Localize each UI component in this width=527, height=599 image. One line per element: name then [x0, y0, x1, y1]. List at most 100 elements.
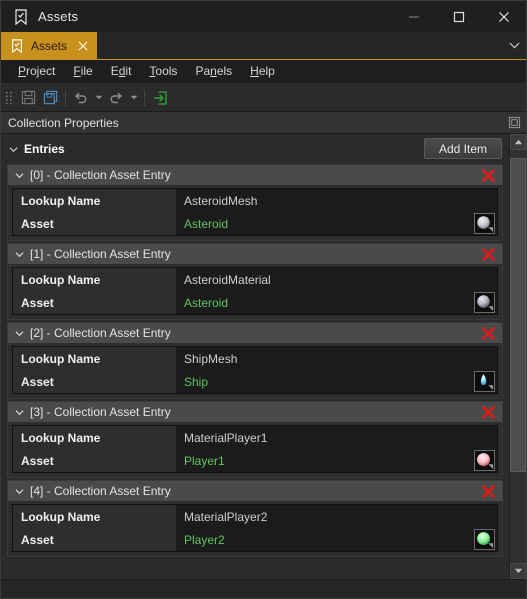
entry-title: [0] - Collection Asset Entry — [30, 168, 171, 182]
lookup-name-row: Lookup Name AsteroidMaterial — [13, 268, 497, 291]
chevron-down-icon[interactable] — [15, 487, 24, 496]
entry-header[interactable]: [1] - Collection Asset Entry — [8, 244, 502, 264]
tab-assets[interactable]: Assets — [1, 32, 98, 59]
entry-delete-button[interactable] — [480, 167, 496, 183]
asteroid-mesh-thumbnail[interactable] — [474, 213, 495, 234]
asteroid-material-thumbnail[interactable] — [474, 292, 495, 313]
entries-header-row: Entries Add Item — [1, 134, 509, 164]
chevron-down-icon[interactable] — [15, 408, 24, 417]
asset-input[interactable]: Player2 — [176, 528, 497, 551]
entry-delete-button[interactable] — [480, 483, 496, 499]
entry-header[interactable]: [3] - Collection Asset Entry — [8, 402, 502, 422]
lookup-name-row: Lookup Name ShipMesh — [13, 347, 497, 370]
collection-asset-entry: [4] - Collection Asset Entry Lookup Name… — [7, 480, 503, 557]
player1-material-thumbnail[interactable] — [474, 450, 495, 471]
menu-label-panels-rest: els — [216, 64, 233, 78]
entry-header[interactable]: [2] - Collection Asset Entry — [8, 323, 502, 343]
lookup-name-input[interactable]: AsteroidMesh — [176, 189, 497, 212]
tab-strip: Assets — [1, 32, 526, 60]
menu-item-edit[interactable]: Edit — [102, 60, 141, 83]
lookup-name-row: Lookup Name MaterialPlayer1 — [13, 426, 497, 449]
minimize-button[interactable] — [391, 1, 436, 32]
lookup-name-row: Lookup Name MaterialPlayer2 — [13, 505, 497, 528]
entry-title: [2] - Collection Asset Entry — [30, 326, 171, 340]
scroll-up-button[interactable] — [510, 134, 526, 150]
undock-window-icon — [508, 116, 521, 129]
export-button[interactable] — [149, 87, 171, 109]
undo-dropdown-button[interactable] — [92, 87, 105, 109]
menu-item-project[interactable]: Project — [9, 60, 64, 83]
minimize-icon — [408, 16, 419, 17]
scroll-down-button[interactable] — [510, 563, 526, 579]
asset-input[interactable]: Asteroid — [176, 291, 497, 314]
tab-close-button[interactable] — [76, 39, 89, 52]
collection-asset-entry: [3] - Collection Asset Entry Lookup Name… — [7, 401, 503, 478]
asset-label: Asset — [13, 212, 176, 235]
player2-material-thumbnail[interactable] — [474, 529, 495, 550]
asset-input[interactable]: Ship — [176, 370, 497, 393]
undo-arrow-icon — [74, 92, 87, 103]
asset-value: Asteroid — [184, 216, 229, 231]
menu-item-tools[interactable]: Tools — [140, 60, 186, 83]
asset-input[interactable]: Asteroid — [176, 212, 497, 235]
chevron-down-icon[interactable] — [9, 145, 18, 154]
asset-row: Asset Ship — [13, 370, 497, 393]
menu-item-help[interactable]: Help — [241, 60, 284, 83]
tab-overflow-button[interactable] — [502, 32, 526, 59]
add-item-button[interactable]: Add Item — [424, 138, 502, 159]
menu-item-file[interactable]: File — [64, 60, 101, 83]
entry-header[interactable]: [4] - Collection Asset Entry — [8, 481, 502, 501]
entry-title: [3] - Collection Asset Entry — [30, 405, 171, 419]
window-title: Assets — [38, 9, 79, 24]
lookup-name-label: Lookup Name — [13, 268, 176, 291]
asset-value: Ship — [184, 374, 209, 389]
delete-x-icon — [481, 247, 495, 261]
close-button[interactable] — [481, 1, 526, 32]
save-floppy-icon — [21, 90, 35, 105]
menu-label-edit-rest: it — [125, 64, 132, 78]
delete-x-icon — [481, 405, 495, 419]
scrollbar-thumb[interactable] — [510, 158, 526, 473]
redo-button[interactable] — [105, 87, 127, 109]
undo-button[interactable] — [70, 87, 92, 109]
entry-delete-button[interactable] — [480, 246, 496, 262]
bookmark-check-icon — [15, 8, 27, 25]
scrollbar-track[interactable] — [510, 150, 526, 563]
panel-body: Entries Add Item [0] - Collection Asset … — [1, 134, 526, 579]
ship-mesh-thumbnail[interactable] — [474, 371, 495, 392]
asset-label: Asset — [13, 528, 176, 551]
asset-row: Asset Player2 — [13, 528, 497, 551]
collection-asset-entry: [2] - Collection Asset Entry Lookup Name… — [7, 322, 503, 399]
lookup-name-input[interactable]: MaterialPlayer2 — [176, 505, 497, 528]
chevron-down-icon[interactable] — [15, 329, 24, 338]
maximize-button[interactable] — [436, 1, 481, 32]
asset-label: Asset — [13, 291, 176, 314]
lookup-name-input[interactable]: AsteroidMaterial — [176, 268, 497, 291]
menu-item-panels[interactable]: Panels — [186, 60, 241, 83]
toolbar-separator — [144, 89, 145, 106]
chevron-down-icon[interactable] — [15, 171, 24, 180]
save-all-button[interactable] — [39, 87, 61, 109]
vertical-scrollbar[interactable] — [509, 134, 526, 579]
redo-dropdown-button[interactable] — [127, 87, 140, 109]
chevron-down-icon — [130, 95, 137, 100]
drag-grip-icon[interactable] — [5, 90, 14, 106]
sphere-preview-icon — [477, 295, 494, 312]
entry-delete-button[interactable] — [480, 325, 496, 341]
window-controls — [391, 1, 526, 32]
delete-x-icon — [481, 168, 495, 182]
collection-asset-entry: [1] - Collection Asset Entry Lookup Name… — [7, 243, 503, 320]
asset-row: Asset Player1 — [13, 449, 497, 472]
menu-label-file-rest: ile — [80, 64, 93, 78]
lookup-name-input[interactable]: ShipMesh — [176, 347, 497, 370]
entry-header[interactable]: [0] - Collection Asset Entry — [8, 165, 502, 185]
asset-row: Asset Asteroid — [13, 291, 497, 314]
save-button[interactable] — [17, 87, 39, 109]
close-icon — [78, 41, 87, 50]
panel-float-button[interactable] — [506, 114, 523, 131]
collection-asset-entry: [0] - Collection Asset Entry Lookup Name… — [7, 164, 503, 241]
lookup-name-input[interactable]: MaterialPlayer1 — [176, 426, 497, 449]
chevron-down-icon[interactable] — [15, 250, 24, 259]
asset-input[interactable]: Player1 — [176, 449, 497, 472]
entry-delete-button[interactable] — [480, 404, 496, 420]
